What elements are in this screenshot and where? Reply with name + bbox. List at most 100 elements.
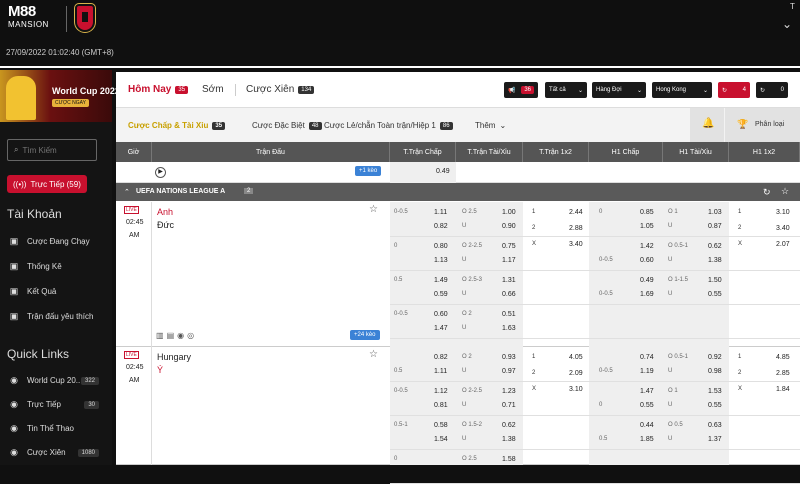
away-odds[interactable]: 1.47 <box>434 325 448 332</box>
sort-button[interactable]: 🏆 Phân loại <box>725 108 800 142</box>
under-odds[interactable]: 0.71 <box>502 402 516 409</box>
sidebar-item[interactable]: ▣ Cược Đang Chạy <box>9 236 109 247</box>
away-odds[interactable]: 1.54 <box>434 436 448 443</box>
filter-all-select[interactable]: Tất cả ⌄ <box>545 82 587 98</box>
over-odds[interactable]: 0.51 <box>502 311 516 318</box>
home-odds[interactable]: 1.12 <box>434 388 448 395</box>
home-odds[interactable]: 0.82 <box>434 354 448 361</box>
search-input[interactable] <box>22 145 93 155</box>
h1-1x2-odds[interactable]: 1.84 <box>776 386 790 393</box>
odds-format-select[interactable]: Hong Kong ⌄ <box>652 82 712 98</box>
star-icon[interactable]: ☆ <box>369 349 378 360</box>
quick-link-item[interactable]: ◉ Tin Thể Thao <box>9 423 99 434</box>
subtab-outright[interactable]: Cược Lẻ/chẵn Toàn trận/Hiệp 1 86 <box>324 121 453 130</box>
h1-under-odds[interactable]: 0.98 <box>708 368 722 375</box>
1x2-odds[interactable]: 4.05 <box>569 354 583 361</box>
subtab-special[interactable]: Cược Đặc Biệt 48 <box>252 121 322 130</box>
under-odds[interactable]: 1.38 <box>502 436 516 443</box>
h1-away-odds[interactable]: 1.05 <box>640 223 654 230</box>
under-odds[interactable]: 1.17 <box>502 257 516 264</box>
over-odds[interactable]: 1.23 <box>502 388 516 395</box>
refresh-icon[interactable]: ↻ <box>763 187 771 198</box>
filter-team-select[interactable]: Hàng Đợi ⌄ <box>592 82 646 98</box>
h1-over-odds[interactable]: 1.50 <box>708 277 722 284</box>
tab-parlay[interactable]: Cược Xiên 134 <box>246 84 315 95</box>
home-odds[interactable]: 1.11 <box>434 209 447 216</box>
over-odds[interactable]: 1.31 <box>502 277 516 284</box>
play-icon[interactable]: ▶ <box>155 167 166 178</box>
h1-over-odds[interactable]: 1.53 <box>708 388 722 395</box>
under-odds[interactable]: 0.97 <box>502 368 516 375</box>
h1-1x2-odds[interactable]: 3.10 <box>776 209 790 216</box>
tab-today[interactable]: Hôm Nay 35 <box>128 84 189 95</box>
home-team[interactable]: Anh <box>157 207 173 217</box>
away-team[interactable]: Ý <box>157 365 163 375</box>
sidebar-item[interactable]: ▣ Kết Quả <box>9 286 109 297</box>
league-toggle-icon[interactable]: ⌃ <box>124 188 130 196</box>
1x2-odds[interactable]: 3.10 <box>569 386 583 393</box>
h1-home-odds[interactable]: 0.49 <box>640 277 654 284</box>
h1-under-odds[interactable]: 0.55 <box>708 291 722 298</box>
1x2-odds[interactable]: 3.40 <box>569 241 583 248</box>
search-box[interactable]: ⌕ <box>7 139 97 161</box>
banner-bet-button[interactable]: CƯỢC NGAY <box>52 99 89 107</box>
quick-link-item[interactable]: ◉ Cược Xiên 1080 <box>9 447 99 458</box>
away-odds[interactable]: 0.81 <box>434 402 448 409</box>
1x2-odds[interactable]: 2.44 <box>569 209 583 216</box>
m88-logo[interactable]: M88 MANSION <box>8 4 60 34</box>
1x2-odds[interactable]: 2.09 <box>569 370 583 377</box>
over-odds[interactable]: 0.62 <box>502 422 516 429</box>
live-button[interactable]: ((•)) Trực Tiếp (59) <box>7 175 87 193</box>
quick-link-item[interactable]: ◉ World Cup 20... 322 <box>9 375 99 386</box>
h1-home-odds[interactable]: 1.42 <box>640 243 654 250</box>
sidebar-item[interactable]: ▣ Trận đấu yêu thích <box>9 311 109 322</box>
under-odds[interactable]: 1.63 <box>502 325 516 332</box>
away-team[interactable]: Đức <box>157 220 174 230</box>
h1-over-odds[interactable]: 0.63 <box>708 422 722 429</box>
subtab-handicap[interactable]: Cược Chấp & Tài Xỉu 35 <box>128 121 226 130</box>
sidebar-item[interactable]: ▣ Thống Kê <box>9 261 109 272</box>
refresh-button[interactable]: ↻ 4 <box>718 82 750 98</box>
1x2-odds[interactable]: 2.88 <box>569 225 583 232</box>
over-odds[interactable]: 0.93 <box>502 354 516 361</box>
h1-1x2-odds[interactable]: 4.85 <box>776 354 790 361</box>
home-odds[interactable]: 0.60 <box>434 311 448 318</box>
h1-away-odds[interactable]: 1.19 <box>640 368 654 375</box>
away-odds[interactable]: 0.82 <box>434 223 448 230</box>
home-odds[interactable]: 0.58 <box>434 422 448 429</box>
h1-under-odds[interactable]: 0.55 <box>708 402 722 409</box>
h1-home-odds[interactable]: 0.85 <box>640 209 654 216</box>
home-odds[interactable]: 0.80 <box>434 243 448 250</box>
quick-link-item[interactable]: ◉ Trực Tiếp 30 <box>9 399 99 410</box>
h1-away-odds[interactable]: 1.69 <box>640 291 654 298</box>
home-team[interactable]: Hungary <box>157 352 191 362</box>
over-odds[interactable]: 1.00 <box>502 209 516 216</box>
notification-button[interactable]: 🔔 <box>690 108 724 142</box>
over-odds[interactable]: 1.58 <box>502 456 516 463</box>
away-odds[interactable]: 1.13 <box>434 257 448 264</box>
h1-under-odds[interactable]: 0.87 <box>708 223 722 230</box>
under-odds[interactable]: 0.90 <box>502 223 516 230</box>
away-odds[interactable]: 1.11 <box>434 368 447 375</box>
h1-under-odds[interactable]: 1.37 <box>708 436 722 443</box>
h1-1x2-odds[interactable]: 2.07 <box>776 241 790 248</box>
h1-over-odds[interactable]: 1.03 <box>708 209 722 216</box>
h1-home-odds[interactable]: 0.44 <box>640 422 654 429</box>
check-button[interactable]: ↻ 0 <box>756 82 788 98</box>
h1-away-odds[interactable]: 1.85 <box>640 436 654 443</box>
h1-home-odds[interactable]: 0.74 <box>640 354 654 361</box>
h1-away-odds[interactable]: 0.55 <box>640 402 654 409</box>
more-markets-button[interactable]: +1 kèo <box>355 166 382 176</box>
h1-1x2-odds[interactable]: 2.85 <box>776 370 790 377</box>
under-odds[interactable]: 0.66 <box>502 291 516 298</box>
h1-away-odds[interactable]: 0.60 <box>640 257 654 264</box>
announcement-button[interactable]: 📢 36 <box>504 82 538 98</box>
tab-early[interactable]: Sớm <box>202 84 224 95</box>
h1-1x2-odds[interactable]: 3.40 <box>776 225 790 232</box>
star-icon[interactable]: ☆ <box>781 186 789 197</box>
more-markets-button[interactable]: +24 kèo <box>350 330 380 340</box>
h1-under-odds[interactable]: 1.38 <box>708 257 722 264</box>
h1-over-odds[interactable]: 0.62 <box>708 243 722 250</box>
home-odds[interactable]: 1.49 <box>434 277 448 284</box>
star-icon[interactable]: ☆ <box>369 204 378 215</box>
